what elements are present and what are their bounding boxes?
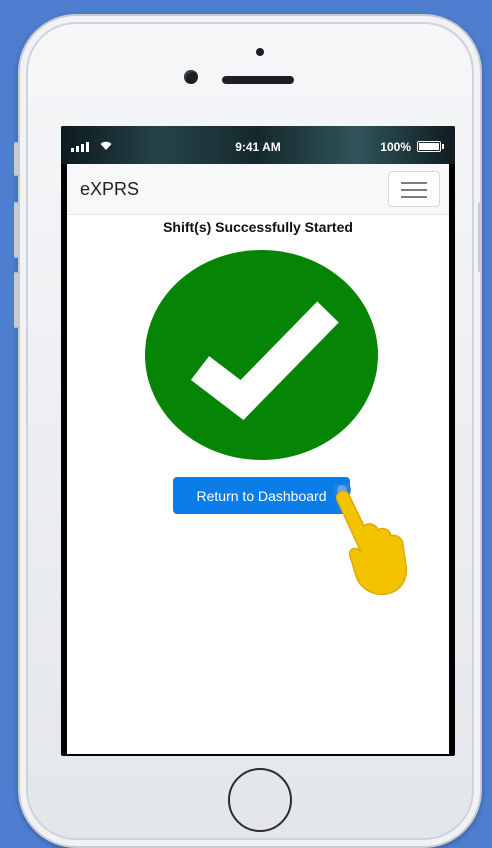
- checkmark-icon: [190, 301, 339, 420]
- hamburger-menu-icon[interactable]: [388, 171, 440, 207]
- success-circle: [145, 250, 378, 460]
- navbar: eXPRS: [67, 164, 449, 215]
- pointing-hand-icon: [333, 484, 408, 596]
- return-to-dashboard-button[interactable]: Return to Dashboard: [173, 477, 350, 514]
- battery-percent: 100%: [380, 140, 411, 154]
- app-view: eXPRS Shift(s) Successfully Started Retu…: [67, 164, 449, 754]
- page-title: Shift(s) Successfully Started: [163, 219, 353, 235]
- status-bar: 9:41 AM 100%: [61, 126, 455, 164]
- sensor: [256, 48, 264, 56]
- brand-logo[interactable]: eXPRS: [80, 179, 139, 200]
- phone-screen: 9:41 AM 100% eXPRS Shift(s) Successfully…: [61, 126, 455, 756]
- home-button[interactable]: [228, 768, 292, 832]
- silent-switch: [14, 142, 18, 176]
- front-camera: [184, 70, 198, 84]
- power-button: [478, 202, 482, 272]
- volume-up-button: [14, 202, 18, 258]
- battery-icon: [417, 141, 444, 152]
- earpiece-speaker: [222, 76, 294, 84]
- volume-down-button: [14, 272, 18, 328]
- phone-frame: 9:41 AM 100% eXPRS Shift(s) Successfully…: [14, 14, 482, 848]
